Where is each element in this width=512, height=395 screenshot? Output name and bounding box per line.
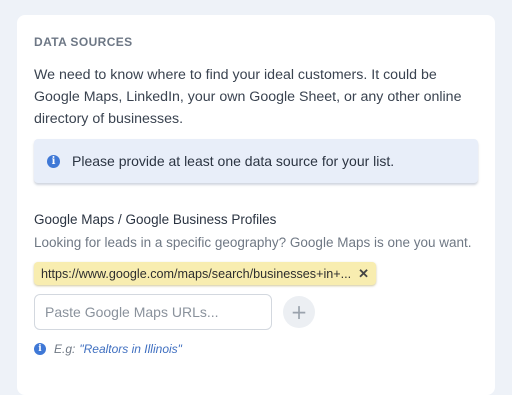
info-icon: i [34, 343, 46, 355]
section-title: DATA SOURCES [34, 35, 133, 49]
info-banner: i Please provide at least one data sourc… [34, 139, 478, 183]
google-maps-help: Looking for leads in a specific geograph… [34, 235, 472, 250]
example-hint: i E.g: "Realtors in Illinois" [34, 342, 182, 356]
url-tag: https://www.google.com/maps/search/busin… [34, 262, 376, 285]
hint-prefix: E.g: [54, 342, 76, 356]
google-maps-label: Google Maps / Google Business Profiles [34, 212, 277, 227]
url-tag-text: https://www.google.com/maps/search/busin… [41, 266, 351, 281]
section-description: We need to know where to find your ideal… [34, 67, 462, 127]
info-icon: i [47, 154, 60, 168]
banner-text: Please provide at least one data source … [72, 153, 395, 169]
google-maps-url-input[interactable] [34, 294, 272, 330]
close-icon[interactable]: ✕ [358, 266, 369, 282]
data-sources-card: DATA SOURCES We need to know where to fi… [17, 15, 495, 395]
hint-example: "Realtors in Illinois" [79, 342, 182, 356]
add-url-button[interactable]: + [283, 296, 315, 328]
